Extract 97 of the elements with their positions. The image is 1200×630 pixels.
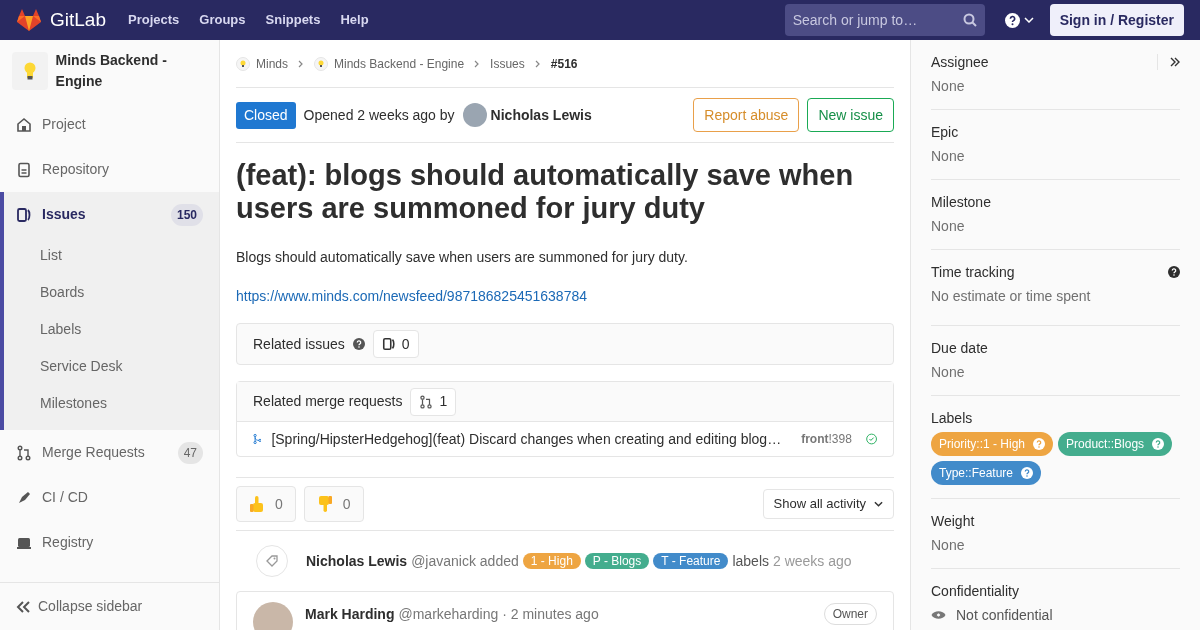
sidebar-item[interactable]: CI / CD	[4, 475, 219, 520]
action-button[interactable]: New issue	[807, 98, 894, 132]
sidebar-item[interactable]: Merge Requests 47	[4, 430, 219, 475]
count-badge: 150	[170, 203, 203, 226]
breadcrumb-link[interactable]: #516	[550, 54, 578, 73]
comment-meta: @markeharding · 2 minutes ago	[398, 604, 599, 624]
note-text: labels	[732, 551, 769, 571]
panel-title: Related merge requests	[253, 392, 403, 411]
lightbulb-icon	[22, 62, 37, 80]
chevron-down-icon	[1023, 17, 1034, 23]
thumbs-up-icon	[249, 495, 265, 513]
sign-in-button[interactable]: Sign in / Register	[1049, 4, 1184, 36]
chevron-right-icon	[298, 59, 304, 68]
issue-description: Blogs should automatically save when users are summoned for jury duty.	[236, 248, 689, 267]
avatar	[462, 103, 487, 127]
home-icon	[16, 116, 32, 133]
search-icon	[962, 13, 977, 27]
lightbulb-icon	[314, 56, 328, 71]
sidebar-subitem[interactable]: Labels	[4, 311, 219, 348]
reaction-button[interactable]: 0	[236, 486, 296, 522]
issues-icon	[16, 206, 32, 223]
help-icon	[1021, 467, 1034, 479]
section-value: None	[931, 77, 966, 96]
project-name[interactable]: Minds Backend - Engine	[55, 50, 207, 92]
note-text: @javanick added	[411, 551, 519, 571]
merge-request-icon	[16, 444, 32, 461]
help-icon	[1004, 12, 1020, 28]
sidebar-subitem[interactable]: List	[4, 237, 219, 274]
sidebar-item[interactable]: Registry	[4, 520, 219, 565]
thumbs-down-icon	[316, 495, 333, 513]
chevron-right-icon	[534, 59, 541, 68]
section-title: Milestone	[931, 193, 991, 212]
section-title: Confidentiality	[931, 582, 1019, 601]
panel-title: Related issues	[253, 334, 345, 354]
nav-link[interactable]: Help	[340, 10, 369, 30]
double-chevron-left-icon	[16, 600, 30, 613]
sidebar-subitem[interactable]: Milestones	[4, 385, 219, 422]
label-tag[interactable]: Type::Feature	[931, 461, 1042, 485]
nav-link[interactable]: Snippets	[265, 10, 321, 30]
section-title: Epic	[931, 123, 959, 142]
breadcrumb-link[interactable]: Issues	[490, 54, 525, 73]
sidebar-item[interactable]: Repository	[4, 147, 219, 192]
gitlab-wordmark[interactable]: GitLab	[50, 5, 106, 35]
help-menu-button[interactable]	[1004, 12, 1034, 28]
collapse-sidebar-button[interactable]: Collapse sidebar	[0, 582, 219, 630]
activity-filter-dropdown[interactable]: Show all activity	[762, 489, 894, 519]
opened-text: Opened 2 weeks ago by	[303, 105, 455, 125]
issue-link[interactable]: https://www.minds.com/newsfeed/987186825451638784	[236, 286, 587, 307]
section-title: Time tracking	[931, 263, 1015, 282]
section-value: None	[931, 536, 966, 555]
sidebar-item[interactable]: Project	[4, 102, 219, 147]
issues-icon	[381, 337, 396, 351]
document-icon	[16, 161, 32, 178]
status-badge: Closed	[236, 101, 296, 129]
section-value: None	[931, 217, 966, 236]
section-value: None	[931, 147, 966, 166]
double-chevron-right-icon[interactable]	[1170, 57, 1180, 67]
sidebar-subitem[interactable]: Boards	[4, 274, 219, 311]
merge-request-count: 1	[410, 387, 457, 416]
breadcrumb-link[interactable]: Minds Backend - Engine	[334, 54, 465, 73]
reaction-button[interactable]: 0	[303, 486, 364, 522]
help-icon	[1033, 438, 1046, 450]
section-title: Assignee	[931, 53, 989, 72]
merge-request-title[interactable]: [Spring/HipsterHedgehog](feat) Discard changes when creating and editing blog…	[271, 428, 782, 450]
lightbulb-icon	[236, 56, 250, 71]
tag-icon	[266, 555, 278, 567]
section-value: No estimate or time spent	[931, 287, 1092, 306]
author-link[interactable]: Nicholas Lewis	[490, 104, 592, 126]
nav-link[interactable]: Groups	[199, 10, 246, 30]
breadcrumb-link[interactable]: Minds	[256, 54, 288, 73]
issue-title: (feat): blogs should automatically save when users are summoned for jury duty	[236, 159, 855, 225]
eye-icon	[931, 610, 946, 620]
sidebar-item[interactable]: Issues 150	[4, 192, 219, 237]
label-tag[interactable]: T - Feature	[653, 553, 729, 569]
sidebar-subitem[interactable]: Service Desk	[4, 348, 219, 385]
fox-logo-icon	[16, 8, 42, 32]
nav-link[interactable]: Projects	[128, 10, 180, 30]
section-value: Not confidential	[956, 606, 1053, 625]
section-title: Weight	[931, 512, 975, 531]
avatar	[253, 602, 293, 630]
issue-count: 0	[372, 330, 419, 358]
help-icon	[1152, 438, 1165, 450]
chevron-down-icon	[874, 501, 883, 507]
merged-icon	[253, 432, 262, 446]
count-badge: 47	[177, 441, 203, 464]
search-field[interactable]: Search or jump to…	[784, 4, 985, 36]
merge-request-icon	[419, 394, 434, 409]
section-title: Due date	[931, 339, 988, 358]
section-title: Labels	[931, 409, 973, 428]
help-icon	[352, 338, 365, 350]
author-link[interactable]: Nicholas Lewis	[306, 550, 408, 572]
merge-request-reference: front!398	[801, 431, 852, 448]
note-time: 2 weeks ago	[773, 551, 852, 571]
author-link[interactable]: Mark Harding	[305, 603, 395, 625]
help-icon	[1168, 266, 1180, 278]
section-value: None	[931, 363, 966, 382]
chevron-right-icon	[474, 59, 481, 68]
